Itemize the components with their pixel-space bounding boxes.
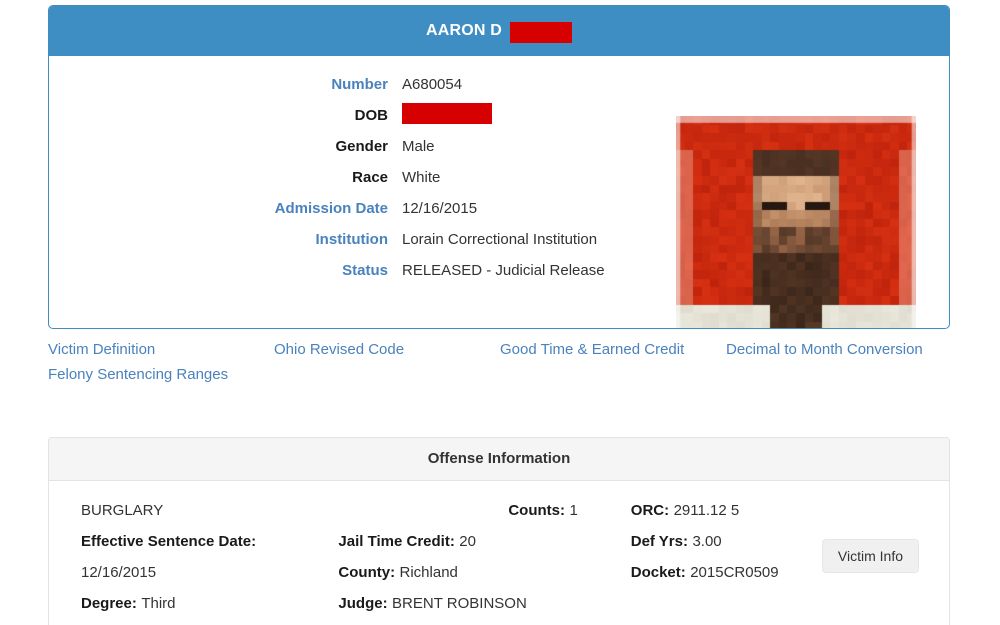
resource-links: Victim Definition Ohio Revised Code Good… (48, 337, 952, 387)
detail-row-dob: DOB (49, 100, 669, 131)
label-race: Race (352, 169, 388, 186)
county-label: County: (338, 564, 396, 581)
label-gender: Gender (335, 138, 388, 155)
value-race: White (402, 169, 441, 186)
mugshot-image (676, 116, 916, 328)
effective-sentence-date-value-cell: 12/16/2015 (49, 557, 338, 588)
jail-time-credit-value: 20 (459, 533, 476, 550)
offense-counts-cell: Counts: 1 (338, 495, 630, 526)
county-cell: County: Richland (338, 557, 630, 588)
offender-card-body: Number A680054 DOB Gender Male Race Whit… (49, 56, 949, 328)
def-yrs-value: 3.00 (692, 533, 722, 550)
county-value: Richland (399, 564, 458, 581)
degree-cell: Degree: Third (49, 588, 338, 619)
degree-label: Degree: (81, 595, 137, 612)
link-cell-victim-definition: Victim Definition (48, 337, 274, 362)
label-institution[interactable]: Institution (49, 224, 388, 255)
detail-row-institution: Institution Lorain Correctional Institut… (49, 224, 669, 255)
judge-label: Judge: (338, 595, 388, 612)
offense-row-second: Effective Sentence Date: Jail Time Credi… (49, 526, 949, 557)
value-number: A680054 (402, 76, 463, 93)
docket-label: Docket: (630, 564, 686, 581)
link-cell-ohio-revised-code: Ohio Revised Code (274, 337, 500, 362)
offense-orc-cell: ORC: 2911.12 5 (631, 495, 855, 526)
resource-links-row-1: Victim Definition Ohio Revised Code Good… (48, 337, 952, 362)
counts-label: Counts: (508, 502, 565, 519)
offense-information-panel: Offense Information BURGLARY Counts: 1 O… (48, 437, 950, 625)
label-number[interactable]: Number (49, 69, 388, 100)
offense-row-primary: BURGLARY Counts: 1 ORC: 2911.12 5 (49, 495, 949, 526)
redacted-surname-bar (510, 21, 573, 43)
offense-name-cell: BURGLARY (49, 495, 338, 526)
offense-row-third: 12/16/2015 County: Richland Docket: 2015… (49, 557, 949, 588)
orc-label: ORC: (630, 502, 670, 519)
link-ohio-revised-code[interactable]: Ohio Revised Code (274, 341, 404, 358)
detail-row-number: Number A680054 (49, 69, 669, 100)
redacted-dob-bar (402, 103, 492, 124)
label-status[interactable]: Status (49, 255, 388, 286)
jail-time-credit-label: Jail Time Credit: (338, 533, 455, 550)
link-cell-good-time-earned-credit: Good Time & Earned Credit (500, 337, 726, 362)
detail-row-gender: Gender Male (49, 131, 669, 162)
counts-value: 1 (569, 502, 578, 519)
offender-card-header: AARON D (49, 6, 949, 56)
offense-information-body: BURGLARY Counts: 1 ORC: 2911.12 5 Effect… (49, 481, 949, 625)
judge-value: BRENT ROBINSON (392, 595, 527, 612)
offender-mugshot (676, 116, 916, 328)
value-status: RELEASED - Judicial Release (402, 262, 605, 279)
degree-value: Third (141, 595, 176, 612)
value-dob (388, 100, 669, 131)
offender-detail-page: AARON D Number A680054 DOB Gender Male R… (0, 0, 1000, 625)
offender-summary-card: AARON D Number A680054 DOB Gender Male R… (48, 5, 950, 329)
value-gender: Male (402, 138, 435, 155)
detail-row-race: Race White (49, 162, 669, 193)
victim-info-button[interactable]: Victim Info (821, 539, 919, 573)
judge-cell: Judge: BRENT ROBINSON (338, 588, 630, 619)
label-dob: DOB (354, 107, 388, 124)
docket-value: 2015CR0509 (690, 564, 779, 581)
offender-name: AARON D (425, 22, 503, 39)
detail-row-admission-date: Admission Date 12/16/2015 (49, 193, 669, 224)
link-cell-felony-sentencing-ranges: Felony Sentencing Ranges (48, 362, 283, 387)
def-yrs-label: Def Yrs: (630, 533, 688, 550)
detail-row-status: Status RELEASED - Judicial Release (49, 255, 669, 286)
link-cell-decimal-to-month-conversion: Decimal to Month Conversion (726, 337, 952, 362)
resource-links-row-2: Felony Sentencing Ranges (48, 362, 952, 387)
orc-value: 2911.12 5 (673, 502, 740, 519)
value-institution: Lorain Correctional Institution (402, 231, 598, 248)
offense-row-fourth: Degree: Third Judge: BRENT ROBINSON (49, 588, 949, 619)
label-admission-date[interactable]: Admission Date (49, 193, 388, 224)
offense-information-title: Offense Information (49, 438, 949, 481)
link-victim-definition[interactable]: Victim Definition (48, 341, 155, 358)
link-good-time-earned-credit[interactable]: Good Time & Earned Credit (500, 341, 684, 358)
effective-sentence-date-value: 12/16/2015 (81, 564, 157, 581)
offender-detail-table: Number A680054 DOB Gender Male Race Whit… (49, 69, 669, 286)
effective-sentence-date-label: Effective Sentence Date: (81, 533, 257, 550)
value-admission-date: 12/16/2015 (402, 200, 478, 217)
link-decimal-to-month-conversion[interactable]: Decimal to Month Conversion (726, 341, 923, 358)
link-felony-sentencing-ranges[interactable]: Felony Sentencing Ranges (48, 366, 228, 383)
jail-time-credit-cell: Jail Time Credit: 20 (338, 526, 630, 557)
effective-sentence-date-label-cell: Effective Sentence Date: (49, 526, 338, 557)
offense-name: BURGLARY (81, 502, 164, 519)
